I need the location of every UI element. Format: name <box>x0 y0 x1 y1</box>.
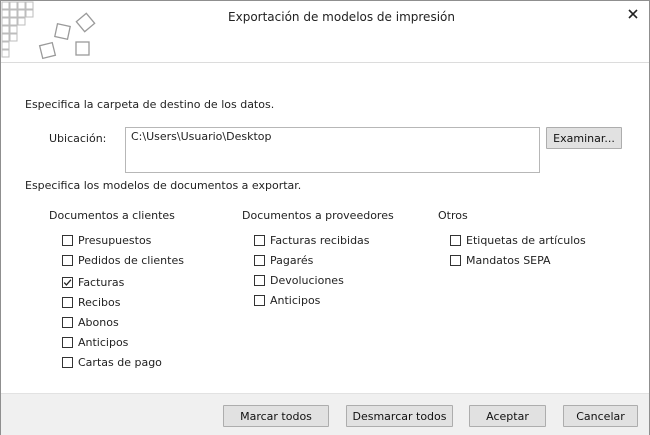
checkbox[interactable] <box>62 357 73 368</box>
group-title-clients: Documentos a clientes <box>49 209 175 222</box>
checkbox[interactable] <box>254 235 265 246</box>
select-all-button[interactable]: Marcar todos <box>223 405 329 427</box>
checkbox-row-anticipos-proveedores[interactable]: Anticipos <box>254 294 320 307</box>
deselect-all-button[interactable]: Desmarcar todos <box>346 405 453 427</box>
checkbox-row-pedidos-de-clientes[interactable]: Pedidos de clientes <box>62 254 184 267</box>
checkbox[interactable] <box>254 255 265 266</box>
checkbox-label: Anticipos <box>270 294 321 307</box>
checkbox-label: Abonos <box>78 316 119 329</box>
checkbox-label: Etiquetas de artículos <box>466 234 586 247</box>
checkbox[interactable] <box>62 235 73 246</box>
checkbox-label: Facturas <box>78 276 125 289</box>
checkbox[interactable] <box>450 255 461 266</box>
checkbox[interactable] <box>62 255 73 266</box>
checkbox-row-etiquetas-de-articulos[interactable]: Etiquetas de artículos <box>450 234 586 247</box>
checkbox-row-abonos[interactable]: Abonos <box>62 316 119 329</box>
checkbox[interactable] <box>450 235 461 246</box>
checkbox-row-mandatos-sepa[interactable]: Mandatos SEPA <box>450 254 551 267</box>
checkmark-icon <box>63 279 72 286</box>
cancel-button[interactable]: Cancelar <box>563 405 638 427</box>
window-title: Exportación de modelos de impresión <box>228 10 455 24</box>
close-icon <box>628 9 638 19</box>
checkbox[interactable] <box>62 297 73 308</box>
checkbox[interactable] <box>62 317 73 328</box>
checkbox[interactable] <box>254 275 265 286</box>
checkbox-label: Recibos <box>78 296 121 309</box>
export-dialog: Exportación de modelos de impresión Espe… <box>0 0 650 435</box>
close-button[interactable] <box>619 3 647 25</box>
checkbox-label: Devoluciones <box>270 274 344 287</box>
checkbox-label: Mandatos SEPA <box>466 254 551 267</box>
checkbox[interactable] <box>62 337 73 348</box>
browse-button[interactable]: Examinar... <box>546 127 622 149</box>
checkbox-label: Cartas de pago <box>78 356 162 369</box>
models-instruction: Especifica los modelos de documentos a e… <box>25 179 302 192</box>
checkbox-row-presupuestos[interactable]: Presupuestos <box>62 234 151 247</box>
location-label: Ubicación: <box>49 132 107 145</box>
checkbox-label: Pedidos de clientes <box>78 254 184 267</box>
checkbox-label: Presupuestos <box>78 234 152 247</box>
checkbox-row-devoluciones[interactable]: Devoluciones <box>254 274 344 287</box>
checkbox[interactable] <box>254 295 265 306</box>
checkbox-row-recibos[interactable]: Recibos <box>62 296 120 309</box>
checkbox-label: Pagarés <box>270 254 314 267</box>
checkbox-row-facturas[interactable]: Facturas <box>62 276 124 289</box>
accept-button[interactable]: Aceptar <box>469 405 546 427</box>
header-divider <box>1 62 649 63</box>
checkbox-row-facturas-recibidas[interactable]: Facturas recibidas <box>254 234 370 247</box>
checkbox-label: Anticipos <box>78 336 129 349</box>
location-field[interactable]: C:\Users\Usuario\Desktop <box>125 127 540 173</box>
checkbox-label: Facturas recibidas <box>270 234 370 247</box>
group-title-suppliers: Documentos a proveedores <box>242 209 394 222</box>
checkbox-row-pagares[interactable]: Pagarés <box>254 254 313 267</box>
checkbox[interactable] <box>62 277 73 288</box>
checkbox-row-anticipos-clientes[interactable]: Anticipos <box>62 336 128 349</box>
checkbox-row-cartas-de-pago[interactable]: Cartas de pago <box>62 356 162 369</box>
group-title-others: Otros <box>438 209 468 222</box>
destination-instruction: Especifica la carpeta de destino de los … <box>25 98 275 111</box>
